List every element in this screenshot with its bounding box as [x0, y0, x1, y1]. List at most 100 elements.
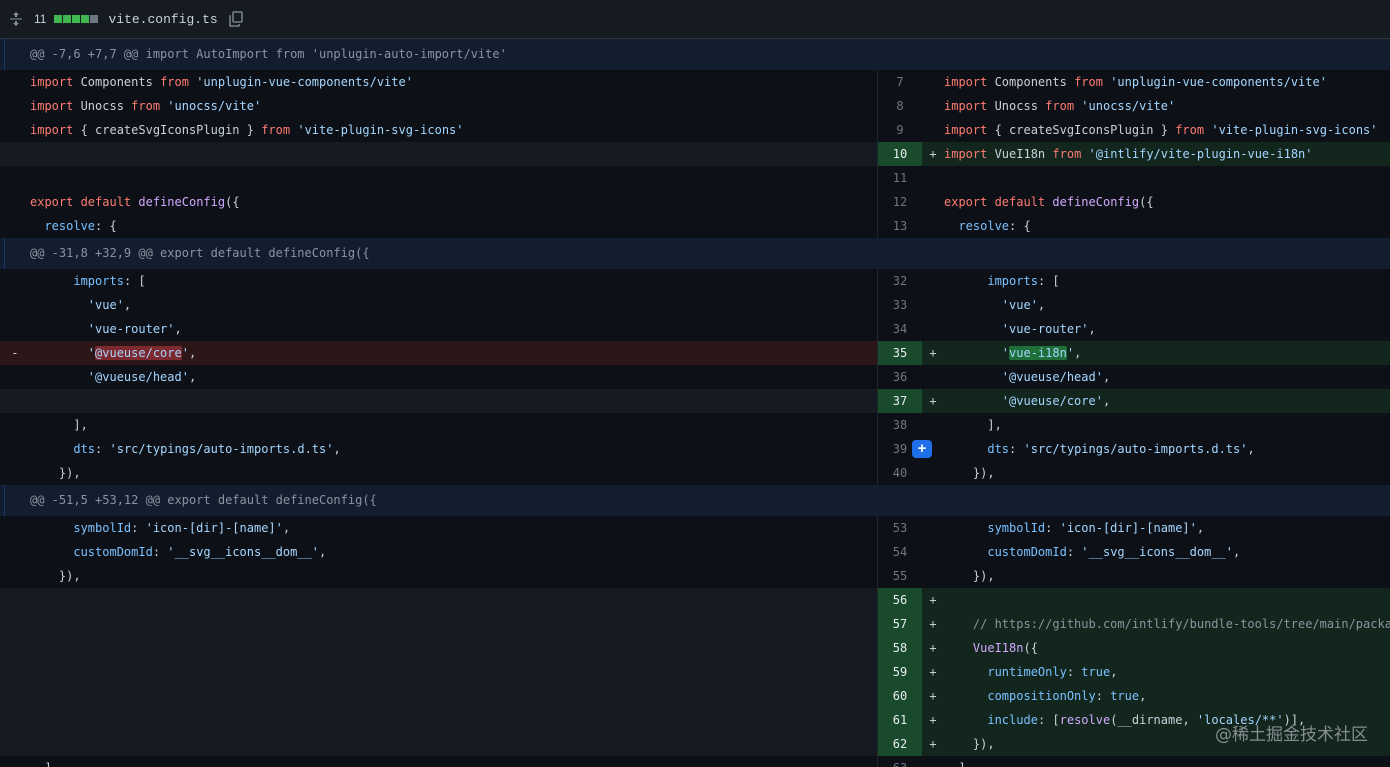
line-number[interactable]: 55 [878, 564, 922, 588]
code: 'vue-router', [87, 322, 182, 336]
line-number[interactable]: 38 [878, 413, 922, 437]
right-line: 9 import { createSvgIconsPlugin } from 'v… [877, 118, 1390, 142]
left-line: dts: 'src/typings/auto-imports.d.ts', [0, 437, 877, 461]
diff-row-added: 56 + [0, 588, 1390, 612]
right-line: 34 'vue-router', [877, 317, 1390, 341]
line-number[interactable]: 35 [878, 341, 922, 365]
line-number[interactable]: 58 [878, 636, 922, 660]
line-number[interactable]: 37 [878, 389, 922, 413]
right-line: 7 import Components from 'unplugin-vue-co… [877, 70, 1390, 94]
left-line: resolve: { [0, 214, 877, 238]
left-empty [0, 732, 877, 756]
line-number[interactable]: 53 [878, 516, 922, 540]
code: resolve: { [958, 219, 1031, 233]
left-line: import Unocss from 'unocss/vite' [0, 94, 877, 118]
hunk-separator [4, 39, 5, 70]
line-number[interactable]: 59 [878, 660, 922, 684]
add-marker: + [929, 689, 937, 703]
right-line: 58 + VueI18n({ [877, 636, 1390, 660]
line-number[interactable]: 11 [878, 166, 922, 190]
right-line: 11 [877, 166, 1390, 190]
right-line: 8 import Unocss from 'unocss/vite' [877, 94, 1390, 118]
line-number[interactable]: 8 [878, 94, 922, 118]
split-diff: @@ -7,6 +7,7 @@ import AutoImport from '… [0, 39, 1390, 767]
left-line: import { createSvgIconsPlugin } from 'vi… [0, 118, 877, 142]
left-line: imports: [ [0, 269, 877, 293]
code: customDomId: '__svg__icons__dom__', [73, 545, 327, 559]
line-number[interactable]: 10 [878, 142, 922, 166]
diff-row: 'vue-router', 34 'vue-router', [0, 317, 1390, 341]
code: resolve: { [44, 219, 117, 233]
left-empty [0, 708, 877, 732]
line-number[interactable]: 36 [878, 365, 922, 389]
left-line: }), [0, 564, 877, 588]
line-number[interactable]: 33 [878, 293, 922, 317]
hunk-header[interactable]: @@ -51,5 +53,12 @@ export default define… [0, 485, 1390, 516]
diff-row: resolve: { 13 resolve: { [0, 214, 1390, 238]
code: dts: 'src/typings/auto-imports.d.ts', [987, 442, 1255, 456]
code: }), [944, 466, 995, 480]
diffstat-square [54, 15, 63, 23]
right-line: 32 imports: [ [877, 269, 1390, 293]
diff-row: dts: 'src/typings/auto-imports.d.ts', 39… [0, 437, 1390, 461]
code-comment: // https://github.com/intlify/bundle-too… [972, 617, 1390, 631]
hunk-separator [4, 238, 5, 269]
diff-row: symbolId: 'icon-[dir]-[name]', 53 symbol… [0, 516, 1390, 540]
line-number[interactable]: 34 [878, 317, 922, 341]
left-empty [0, 684, 877, 708]
hunk-header-text: @@ -31,8 +32,9 @@ export default defineC… [30, 246, 370, 260]
code: ], [0, 756, 877, 767]
line-number[interactable]: 7 [878, 70, 922, 94]
code: imports: [ [73, 274, 146, 288]
hunk-header[interactable]: @@ -7,6 +7,7 @@ import AutoImport from '… [0, 39, 1390, 70]
code: symbolId: 'icon-[dir]-[name]', [73, 521, 291, 535]
file-name-link[interactable]: vite.config.ts [108, 12, 217, 27]
code: imports: [ [987, 274, 1060, 288]
code [0, 166, 877, 190]
code: 'vue-router', [1001, 322, 1096, 336]
left-empty [0, 588, 877, 612]
right-line: 56 + [877, 588, 1390, 612]
left-line: symbolId: 'icon-[dir]-[name]', [0, 516, 877, 540]
right-line: 35 + 'vue-i18n', [877, 341, 1390, 365]
code: symbolId: 'icon-[dir]-[name]', [987, 521, 1205, 535]
left-line: }), [0, 461, 877, 485]
line-number[interactable]: 54 [878, 540, 922, 564]
line-number[interactable]: 13 [878, 214, 922, 238]
line-number[interactable]: 62 [878, 732, 922, 756]
code: }), [30, 466, 81, 480]
diff-row: }), 55 }), [0, 564, 1390, 588]
diffstat-square [81, 15, 90, 23]
right-line: 40 }), [877, 461, 1390, 485]
expand-all-icon[interactable] [8, 11, 24, 27]
line-number[interactable]: 63 [878, 756, 922, 767]
add-comment-button[interactable]: + [912, 440, 932, 458]
line-number[interactable]: 61 [878, 708, 922, 732]
line-number[interactable]: 40 [878, 461, 922, 485]
add-marker: + [929, 593, 937, 607]
right-line: 37 + '@vueuse/core', [877, 389, 1390, 413]
diff-row-added: 58 + VueI18n({ [0, 636, 1390, 660]
code: import Components from 'unplugin-vue-com… [30, 75, 413, 89]
left-empty [0, 660, 877, 684]
diff-row: }), 40 }), [0, 461, 1390, 485]
code: customDomId: '__svg__icons__dom__', [987, 545, 1241, 559]
copy-path-icon[interactable] [228, 11, 244, 27]
right-line: 53 symbolId: 'icon-[dir]-[name]', [877, 516, 1390, 540]
line-number[interactable]: 32 [878, 269, 922, 293]
line-number[interactable]: 60 [878, 684, 922, 708]
line-number[interactable]: 12 [878, 190, 922, 214]
code: dts: 'src/typings/auto-imports.d.ts', [73, 442, 341, 456]
hunk-header[interactable]: @@ -31,8 +32,9 @@ export default defineC… [0, 238, 1390, 269]
left-line [0, 166, 877, 190]
line-number[interactable]: 57 [878, 612, 922, 636]
diff-row: '@vueuse/head', 36 '@vueuse/head', [0, 365, 1390, 389]
line-number[interactable]: 56 [878, 588, 922, 612]
diffstat-square [90, 15, 99, 23]
diff-row: imports: [ 32 imports: [ [0, 269, 1390, 293]
code: VueI18n({ [972, 641, 1038, 655]
right-line: 33 'vue', [877, 293, 1390, 317]
diffstat-bars [54, 15, 99, 23]
add-marker: + [929, 641, 937, 655]
line-number[interactable]: 9 [878, 118, 922, 142]
